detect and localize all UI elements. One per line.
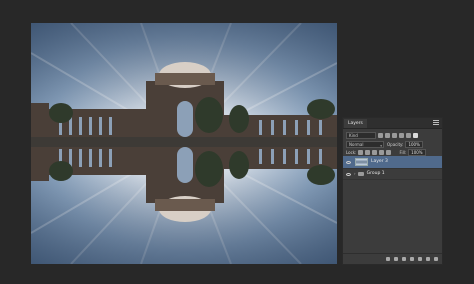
lock-position-icon[interactable]	[372, 150, 378, 155]
reflected-palace-photo	[31, 23, 337, 264]
opacity-label: Opacity:	[387, 141, 404, 147]
lock-paint-icon[interactable]	[365, 150, 371, 155]
layer-row[interactable]: Layer 3	[343, 156, 442, 169]
panel-footer	[343, 253, 442, 264]
layer-name[interactable]: Layer 3	[371, 159, 388, 165]
lock-row: Lock: Fill: 100%	[346, 149, 439, 156]
new-layer-icon[interactable]	[426, 257, 430, 261]
filter-shape-icon[interactable]	[399, 133, 404, 138]
layer-row[interactable]: › Group 1	[343, 169, 442, 180]
fill-input[interactable]: 100%	[408, 149, 426, 156]
adjustment-icon[interactable]	[410, 257, 414, 261]
document-image[interactable]	[31, 23, 337, 264]
fx-icon[interactable]	[394, 257, 398, 261]
lock-artboard-icon[interactable]	[379, 150, 385, 155]
blend-mode-select[interactable]: Normal ▾	[346, 141, 384, 148]
folder-icon	[357, 172, 364, 176]
kind-filter-select[interactable]: Kind	[346, 132, 376, 139]
blend-row: Normal ▾ Opacity: 100%	[346, 141, 439, 148]
filter-pixel-icon[interactable]	[378, 133, 383, 138]
lock-label: Lock:	[346, 149, 357, 155]
visibility-eye-icon[interactable]	[346, 172, 351, 176]
layers-panel: Layers Kind Normal ▾ Opacity: 100% Lock:…	[342, 117, 443, 265]
chevron-right-icon[interactable]: ›	[354, 172, 356, 176]
layer-name[interactable]: Group 1	[367, 171, 385, 177]
layers-list: Layer 3 › Group 1	[343, 156, 442, 180]
lock-transparent-icon[interactable]	[358, 150, 364, 155]
tab-layers[interactable]: Layers	[344, 119, 367, 128]
link-icon[interactable]	[386, 257, 390, 261]
blend-mode-value: Normal	[349, 142, 364, 147]
visibility-eye-icon[interactable]	[346, 160, 351, 164]
fill-label: Fill:	[399, 149, 407, 155]
layer-thumbnail[interactable]	[355, 158, 368, 166]
filter-row: Kind	[346, 132, 439, 139]
trash-icon[interactable]	[434, 257, 438, 261]
folder-icon[interactable]	[418, 257, 422, 261]
filter-adjustment-icon[interactable]	[385, 133, 390, 138]
lock-all-icon[interactable]	[386, 150, 392, 155]
filter-type-icon[interactable]	[392, 133, 397, 138]
filter-toggle-icon[interactable]	[413, 133, 418, 138]
opacity-input[interactable]: 100%	[405, 141, 423, 148]
panel-menu-icon[interactable]	[433, 120, 439, 125]
mask-icon[interactable]	[402, 257, 406, 261]
panel-tab-bar: Layers	[343, 118, 442, 129]
filter-smart-object-icon[interactable]	[406, 133, 411, 138]
